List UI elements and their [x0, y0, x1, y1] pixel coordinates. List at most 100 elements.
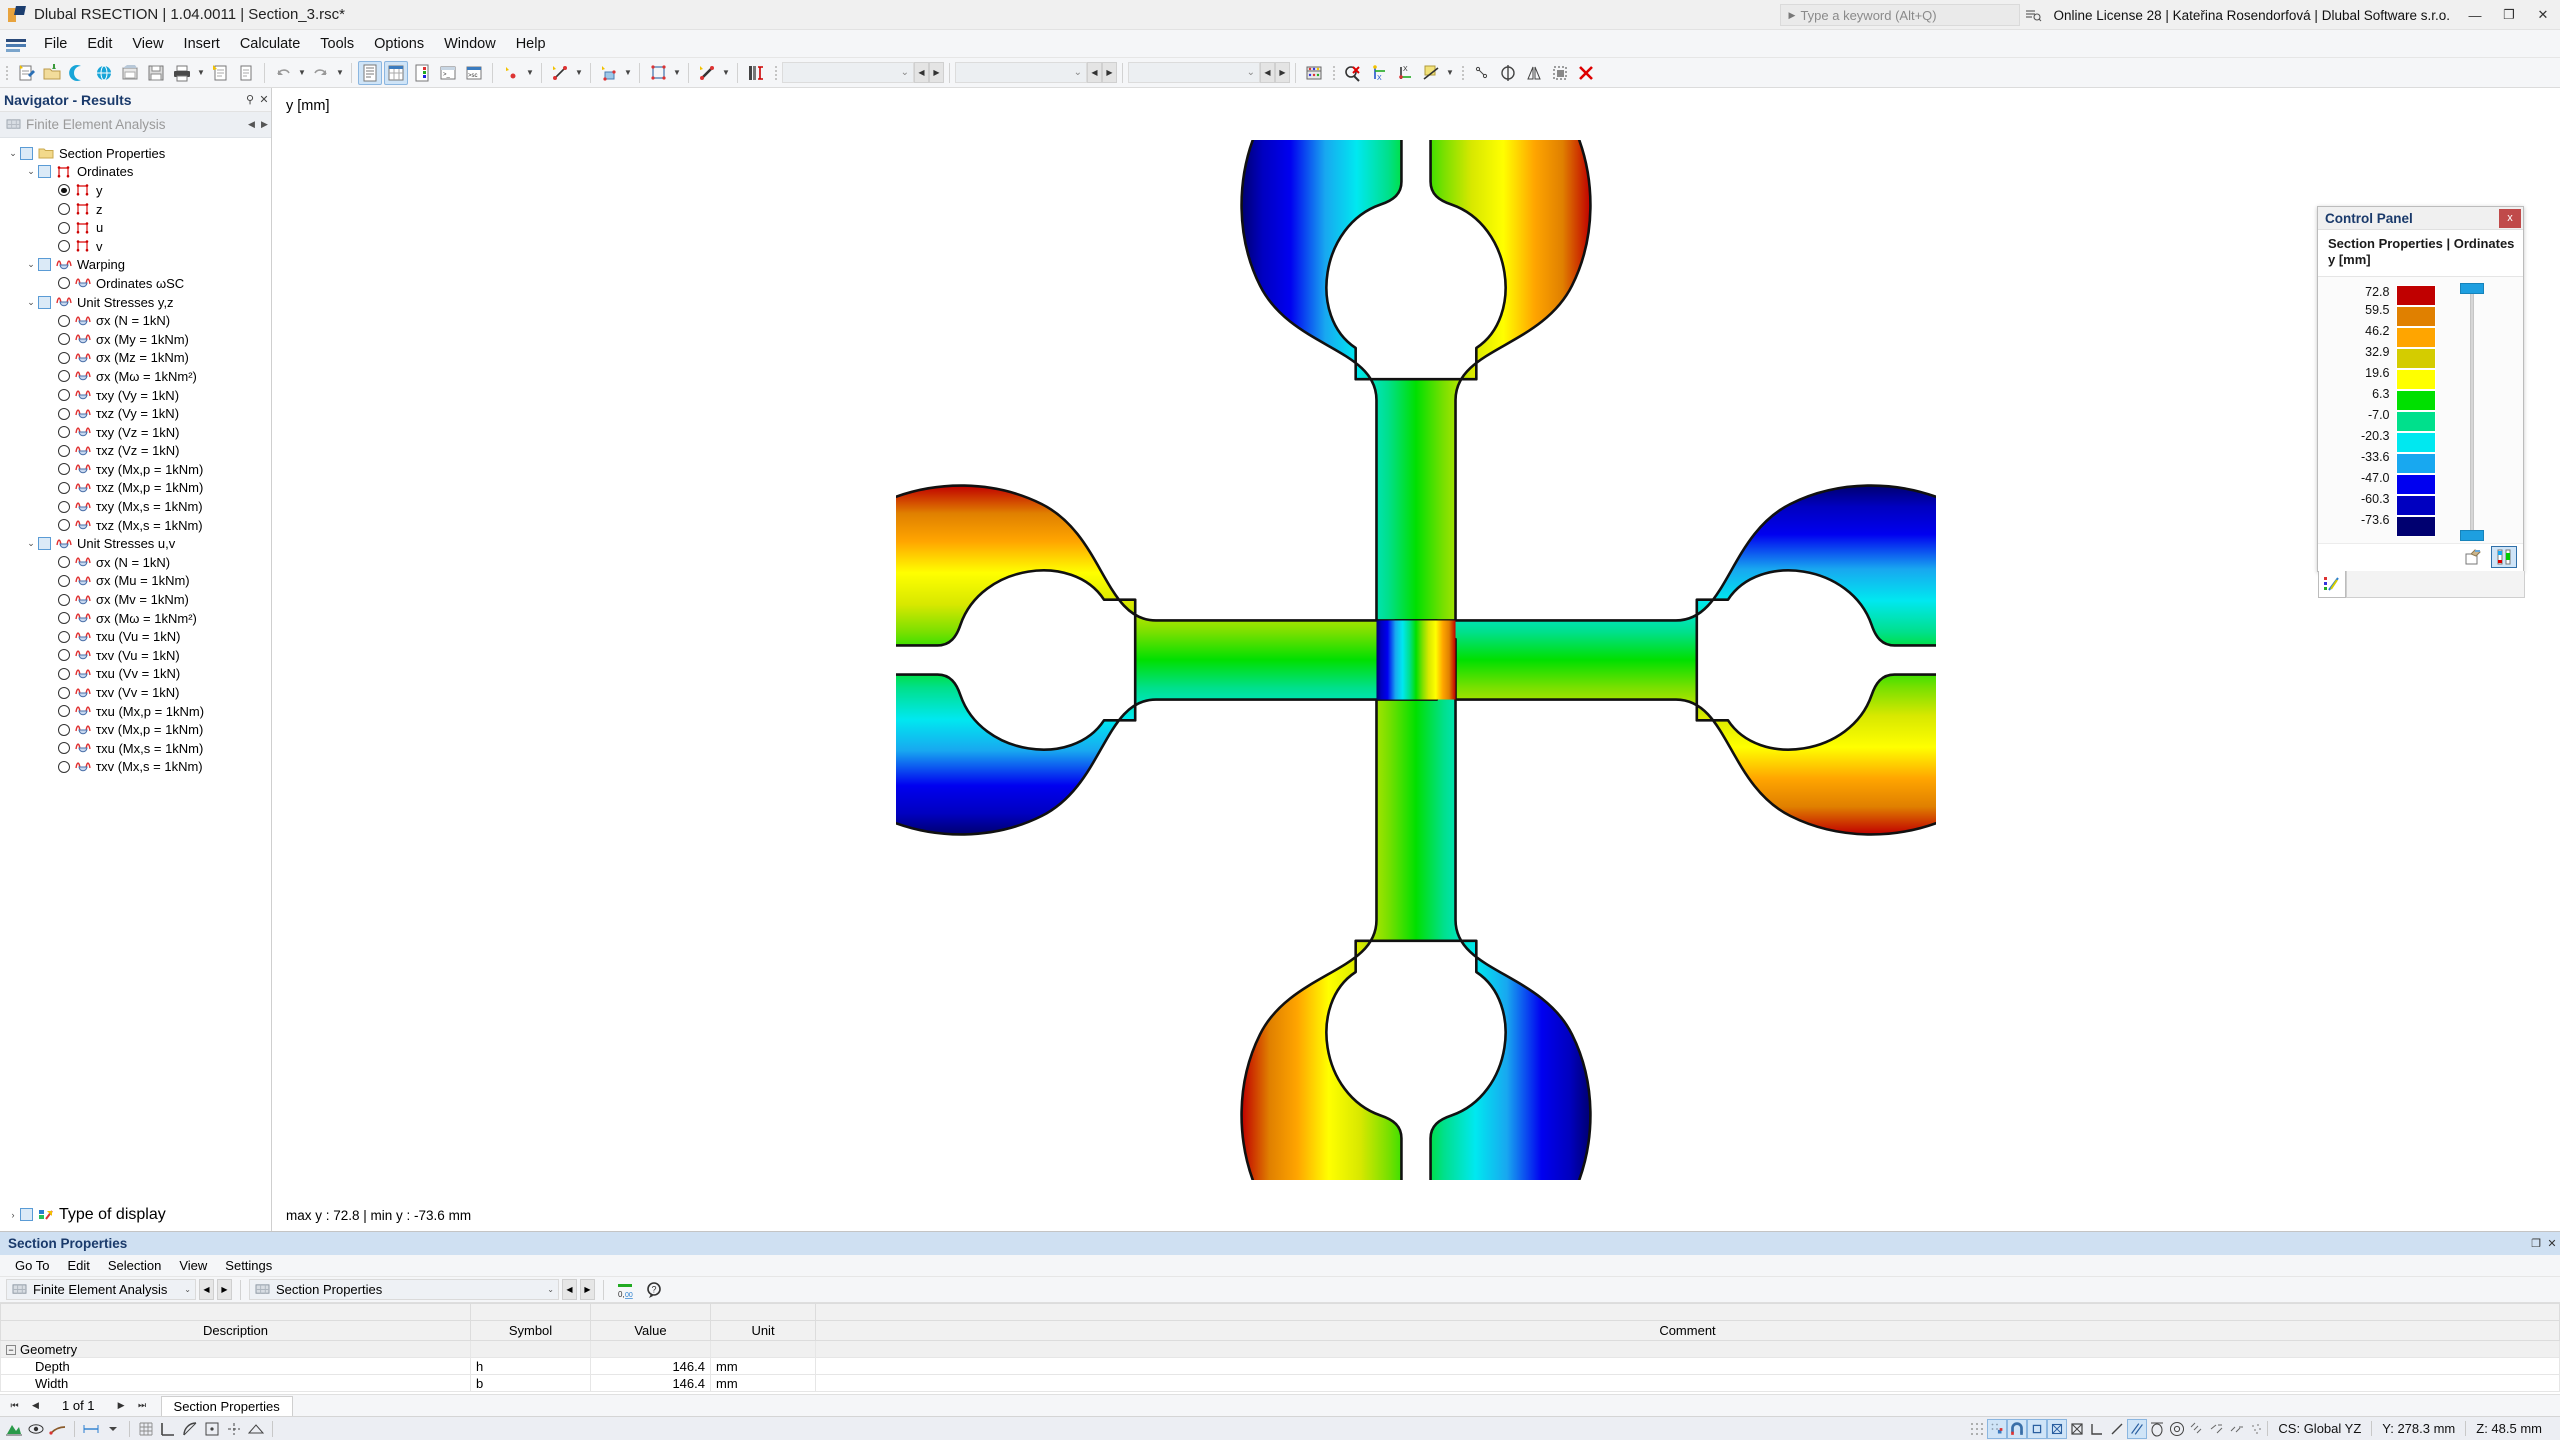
- tree-radio[interactable]: [58, 389, 70, 402]
- sidebar-item-section-properties[interactable]: ⌄ Section Properties: [0, 144, 271, 163]
- toolbar-combo-2-next[interactable]: ▶: [1102, 62, 1117, 83]
- bp-menu-edit[interactable]: Edit: [58, 1256, 98, 1275]
- sidebar-item-x-mv-1knm[interactable]: σx (Mv = 1kNm): [0, 590, 271, 609]
- toolbar-combo-3-prev[interactable]: ◀: [1260, 62, 1275, 83]
- tree-radio[interactable]: [58, 407, 70, 420]
- table-type-chevron-icon[interactable]: ⌄: [547, 1285, 554, 1294]
- tree-radio[interactable]: [58, 221, 70, 234]
- tree-expander-icon[interactable]: ⌄: [6, 148, 20, 159]
- mirror-symmetry-icon[interactable]: [1496, 61, 1520, 85]
- menu-options[interactable]: Options: [364, 33, 434, 55]
- redo-dropdown-icon[interactable]: ▼: [334, 61, 346, 85]
- sidebar-item-ordinates[interactable]: ⌄ Ordinates: [0, 163, 271, 182]
- snap-point-cloud-icon[interactable]: [2247, 1419, 2267, 1439]
- tree-radio[interactable]: [58, 519, 70, 532]
- snap-dense-grid-icon[interactable]: [2187, 1419, 2207, 1439]
- tree-radio[interactable]: [58, 500, 70, 513]
- tree-radio[interactable]: [58, 630, 70, 643]
- sidebar-item-xy-mx-p-1knm[interactable]: τxy (Mx,p = 1kNm): [0, 460, 271, 479]
- analysis-type-combo[interactable]: Finite Element Analysis ⌄: [6, 1279, 196, 1300]
- maximize-button[interactable]: ❐: [2492, 0, 2526, 30]
- sidebar-item-x-m-1knm[interactable]: σx (Mω = 1kNm²): [0, 367, 271, 386]
- control-panel-tab-colors[interactable]: [2318, 570, 2346, 598]
- snap-circle-center-icon[interactable]: [2167, 1419, 2187, 1439]
- render-section-icon[interactable]: [4, 1419, 24, 1439]
- tree-radio[interactable]: [58, 649, 70, 662]
- analysis-prev-button[interactable]: ◀: [199, 1279, 214, 1300]
- menu-file[interactable]: File: [34, 33, 77, 55]
- group-collapse-icon[interactable]: −: [6, 1345, 16, 1356]
- guide-lines-icon[interactable]: [224, 1419, 244, 1439]
- sidebar-item-x-mz-1knm[interactable]: σx (Mz = 1kNm): [0, 349, 271, 368]
- minimize-button[interactable]: —: [2458, 0, 2492, 30]
- sidebar-item-x-my-1knm[interactable]: σx (My = 1kNm): [0, 330, 271, 349]
- redo-icon[interactable]: [309, 61, 333, 85]
- snap-node-icon[interactable]: [2207, 1419, 2227, 1439]
- navigator-analysis-selector[interactable]: Finite Element Analysis ◀ ▶: [0, 112, 271, 138]
- snap-endpoint-icon[interactable]: [2027, 1418, 2048, 1439]
- dimension-line-icon[interactable]: [81, 1419, 101, 1439]
- menu-help[interactable]: Help: [506, 33, 556, 55]
- snap-magnet-icon[interactable]: [2007, 1418, 2028, 1439]
- tree-expander-icon[interactable]: ⌄: [24, 297, 38, 308]
- save-icon[interactable]: [144, 61, 168, 85]
- navigator-pin-icon[interactable]: ⚲: [243, 91, 257, 109]
- new-element-icon[interactable]: [695, 61, 719, 85]
- control-panel[interactable]: Control Panel x Section Properties | Ord…: [2317, 206, 2525, 598]
- navigator-selector-next-icon[interactable]: ▶: [258, 115, 271, 135]
- tree-radio[interactable]: [58, 760, 70, 773]
- table-panel-icon[interactable]: [384, 60, 408, 85]
- navigator-selector-prev-icon[interactable]: ◀: [245, 115, 258, 135]
- tree-expander-icon[interactable]: ⌄: [24, 259, 38, 270]
- tree-radio-selected[interactable]: [58, 184, 70, 197]
- tree-radio[interactable]: [58, 370, 70, 383]
- sidebar-item-xz-mx-s-1knm[interactable]: τxz (Mx,s = 1kNm): [0, 516, 271, 535]
- section-properties-close-icon[interactable]: ✕: [2544, 1234, 2560, 1254]
- print-icon[interactable]: [170, 61, 194, 85]
- tree-radio[interactable]: [58, 240, 70, 253]
- tree-radio[interactable]: [58, 351, 70, 364]
- script-icon[interactable]: >sc: [462, 61, 486, 85]
- toolbar-combo-3[interactable]: ⌄: [1128, 62, 1260, 83]
- new-node-icon[interactable]: [499, 61, 523, 85]
- column-header-description[interactable]: Description: [0, 1320, 471, 1341]
- calculation-icon[interactable]: [1302, 61, 1326, 85]
- toolbar-combo-1[interactable]: ⌄: [782, 62, 914, 83]
- sidebar-item-u[interactable]: u: [0, 218, 271, 237]
- sidebar-item-x-m-1knm[interactable]: σx (Mω = 1kNm²): [0, 609, 271, 628]
- sidebar-item-x-n-1kn[interactable]: σx (N = 1kN): [0, 311, 271, 330]
- toolbar-combo-2-prev[interactable]: ◀: [1087, 62, 1102, 83]
- pager-prev-icon[interactable]: ◀: [27, 1397, 44, 1415]
- polar-mode-icon[interactable]: [180, 1419, 200, 1439]
- bp-menu-settings[interactable]: Settings: [216, 1256, 281, 1275]
- sidebar-item-xy-mx-s-1knm[interactable]: τxy (Mx,s = 1kNm): [0, 497, 271, 516]
- section-shape[interactable]: [896, 139, 1936, 1180]
- navigator-close-icon[interactable]: ✕: [257, 91, 271, 109]
- object-snap-icon[interactable]: [202, 1419, 222, 1439]
- delete-results-icon[interactable]: [1341, 61, 1365, 85]
- license-list-icon[interactable]: [2020, 4, 2046, 26]
- section-properties-restore-icon[interactable]: ❐: [2528, 1234, 2544, 1254]
- control-panel-close-button[interactable]: x: [2499, 208, 2521, 228]
- analysis-type-chevron-icon[interactable]: ⌄: [184, 1285, 191, 1294]
- toolbar-combo-3-next[interactable]: ▶: [1275, 62, 1290, 83]
- table-type-combo[interactable]: Section Properties ⌄: [249, 1279, 559, 1300]
- table-group-row[interactable]: − Geometry: [0, 1340, 2560, 1358]
- table-prev-button[interactable]: ◀: [562, 1279, 577, 1300]
- sidebar-item-xu-mx-p-1knm[interactable]: τxu (Mx,p = 1kNm): [0, 702, 271, 721]
- sidebar-item-x-n-1kn[interactable]: σx (N = 1kN): [0, 553, 271, 572]
- sidebar-item-y[interactable]: y: [0, 181, 271, 200]
- console-icon[interactable]: >_: [436, 61, 460, 85]
- menu-insert[interactable]: Insert: [174, 33, 230, 55]
- sidebar-item-ordinates-sc[interactable]: Ordinates ωSC: [0, 274, 271, 293]
- sidebar-item-unit-stresses-u-v[interactable]: ⌄ Unit Stresses u,v: [0, 534, 271, 553]
- column-header-value[interactable]: Value: [590, 1320, 711, 1341]
- analysis-next-button[interactable]: ▶: [217, 1279, 232, 1300]
- ortho-mode-icon[interactable]: [158, 1419, 178, 1439]
- sidebar-item-warping[interactable]: ⌄ Warping: [0, 256, 271, 275]
- bp-menu-selection[interactable]: Selection: [99, 1256, 170, 1275]
- undo-dropdown-icon[interactable]: ▼: [296, 61, 308, 85]
- tree-radio[interactable]: [58, 203, 70, 216]
- legend-slider-max-handle[interactable]: [2459, 282, 2484, 294]
- visibility-eye-icon[interactable]: [26, 1419, 46, 1439]
